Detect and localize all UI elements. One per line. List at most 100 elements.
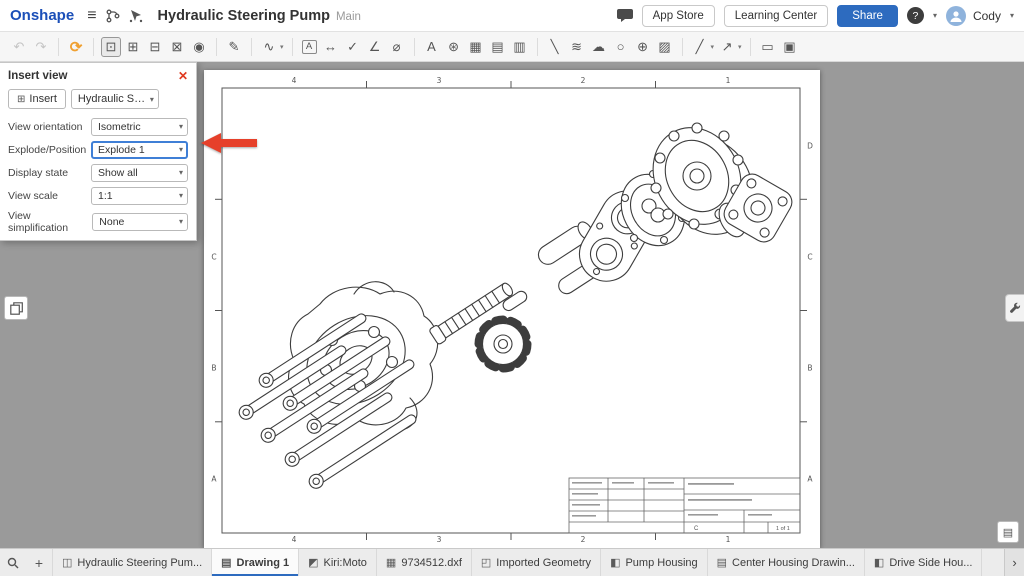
- tab-9734512-dxf[interactable]: ▦9734512.dxf: [377, 549, 472, 576]
- note-icon[interactable]: A: [302, 40, 317, 54]
- comment-icon[interactable]: [617, 8, 633, 23]
- circle-icon[interactable]: ○: [611, 37, 631, 57]
- explode-position-select[interactable]: Explode 1▾: [91, 141, 188, 159]
- next-tabs-icon[interactable]: ›: [1004, 549, 1024, 576]
- hole-table-icon[interactable]: ▥: [510, 37, 530, 57]
- detail-view-icon[interactable]: ◉: [189, 37, 209, 57]
- undo-icon[interactable]: ↶: [9, 37, 29, 57]
- help-icon[interactable]: ?: [907, 7, 924, 24]
- user-name[interactable]: Cody: [973, 9, 1001, 23]
- line-icon[interactable]: ╱: [690, 37, 710, 57]
- field-label: Explode/Position: [8, 144, 86, 156]
- tab-center-housing-drawing[interactable]: ▤Center Housing Drawin...: [708, 549, 865, 576]
- bom-table-icon[interactable]: ▤: [488, 37, 508, 57]
- drawing-icon: ▤: [717, 556, 727, 569]
- sheet-thumbnails-icon[interactable]: ▤: [997, 521, 1019, 543]
- export-dxf-icon[interactable]: ▭: [758, 37, 778, 57]
- sketch-icon[interactable]: ✎: [224, 37, 244, 57]
- view-simplification-select[interactable]: None▾: [92, 213, 188, 231]
- tab-label: Kiri:Moto: [324, 557, 367, 569]
- arrow-icon[interactable]: ↗: [717, 37, 737, 57]
- insert-view-icon[interactable]: ⊡: [101, 37, 121, 57]
- view-orientation-select[interactable]: Isometric▾: [91, 118, 188, 136]
- table-icon[interactable]: ▦: [466, 37, 486, 57]
- revision-cloud-icon[interactable]: ☁: [589, 37, 609, 57]
- tab-hydraulic-steering-pump[interactable]: ◫Hydraulic Steering Pum...: [52, 549, 212, 576]
- toolbar-separator: [537, 38, 538, 56]
- view-scale-select[interactable]: 1:1▾: [91, 187, 188, 205]
- dimension-icon[interactable]: ↔: [321, 37, 341, 57]
- section-view-icon[interactable]: ⊠: [167, 37, 187, 57]
- sheets-panel-icon[interactable]: [4, 296, 28, 320]
- insert-button[interactable]: ⊞ Insert: [8, 89, 66, 109]
- drawing-icon: ▤: [221, 556, 231, 569]
- help-caret-icon[interactable]: ▾: [933, 11, 937, 20]
- tab-drawing-1[interactable]: ▤Drawing 1: [212, 549, 299, 576]
- center-mark-icon[interactable]: ⊕: [633, 37, 653, 57]
- version-graph-icon[interactable]: [106, 9, 120, 23]
- toolbar-separator: [750, 38, 751, 56]
- break-line-icon[interactable]: ≋: [567, 37, 587, 57]
- centerline-icon[interactable]: ╲: [545, 37, 565, 57]
- tab-drive-side-housing[interactable]: ◧Drive Side Hou...: [865, 549, 983, 576]
- dropdown-caret-icon[interactable]: ▾: [711, 43, 715, 51]
- spline-icon[interactable]: ∿: [259, 37, 279, 57]
- text-icon[interactable]: A: [422, 37, 442, 57]
- tab-label: Imported Geometry: [496, 557, 591, 569]
- zone-label: D: [807, 142, 813, 151]
- update-views-icon[interactable]: ⟳: [66, 37, 86, 57]
- add-tab-button[interactable]: +: [26, 549, 52, 576]
- hatch-icon[interactable]: ▨: [655, 37, 675, 57]
- projected-view-icon[interactable]: ⊞: [123, 37, 143, 57]
- field-label: View orientation: [8, 121, 83, 133]
- drawing-toolbar: ↶↷⟳⊡⊞⊟⊠◉✎∿▾A↔✓∠⌀A⊛▦▤▥╲≋☁○⊕▨╱▾↗▾▭▣: [0, 32, 1024, 62]
- find-annotation-icon[interactable]: ⊛: [444, 37, 464, 57]
- zone-label: C: [807, 253, 812, 262]
- user-menu-caret-icon[interactable]: ▾: [1010, 11, 1014, 20]
- chevron-down-icon: ▾: [179, 217, 183, 226]
- learning-center-button[interactable]: Learning Center: [724, 5, 828, 27]
- document-title: Hydraulic Steering PumpMain: [158, 8, 361, 24]
- zone-label: 3: [437, 76, 442, 85]
- surface-finish-icon[interactable]: ✓: [343, 37, 363, 57]
- field-label: View scale: [8, 190, 58, 202]
- follow-mode-icon[interactable]: [129, 9, 143, 23]
- drawing-sheet[interactable]: 44332211DDCCBBAA: [204, 70, 820, 548]
- right-panel-wrench-icon[interactable]: [1005, 294, 1024, 322]
- onshape-logo[interactable]: Onshape: [10, 7, 74, 24]
- zone-label: 3: [437, 535, 442, 544]
- source-document-select[interactable]: Hydraulic Steering ▾: [71, 89, 159, 109]
- dropdown-caret-icon[interactable]: ▾: [738, 43, 742, 51]
- tab-label: Drive Side Hou...: [889, 557, 972, 569]
- insert-view-dialog: Insert view ✕ ⊞ Insert Hydraulic Steerin…: [0, 62, 197, 241]
- redo-icon[interactable]: ↷: [31, 37, 51, 57]
- auxiliary-view-icon[interactable]: ⊟: [145, 37, 165, 57]
- dropdown-caret-icon[interactable]: ▾: [280, 43, 284, 51]
- insert-view-fields: View orientation Isometric▾ Explode/Positi…: [0, 115, 196, 236]
- avatar[interactable]: [946, 6, 966, 26]
- annotation-arrow: [201, 133, 257, 153]
- workspace-label: Main: [336, 11, 361, 23]
- sheet-properties-icon[interactable]: ▣: [780, 37, 800, 57]
- title-block-microtext: [572, 482, 772, 517]
- field-label: Display state: [8, 167, 68, 179]
- tab-label: 9734512.dxf: [401, 557, 462, 569]
- main-menu-icon[interactable]: ≡: [87, 7, 96, 25]
- zone-label: B: [211, 364, 216, 373]
- search-tabs-icon[interactable]: [0, 549, 26, 576]
- tab-kiri-moto[interactable]: ◩Kiri:Moto: [299, 549, 377, 576]
- exploded-isometric-view[interactable]: [237, 112, 797, 491]
- share-button[interactable]: Share: [837, 5, 898, 27]
- zone-label: A: [807, 475, 813, 484]
- diameter-symbol-icon[interactable]: ⌀: [387, 37, 407, 57]
- app-store-button[interactable]: App Store: [642, 5, 715, 27]
- drawing-canvas[interactable]: 44332211DDCCBBAA: [0, 62, 1024, 548]
- display-state-select[interactable]: Show all▾: [91, 164, 188, 182]
- zone-label: C: [211, 253, 216, 262]
- chevron-down-icon: ▾: [179, 122, 183, 131]
- tab-pump-housing[interactable]: ◧Pump Housing: [601, 549, 708, 576]
- tab-imported-geometry[interactable]: ◰Imported Geometry: [472, 549, 601, 576]
- chevron-down-icon: ▾: [150, 95, 154, 104]
- leader-icon[interactable]: ∠: [365, 37, 385, 57]
- close-icon[interactable]: ✕: [178, 69, 188, 83]
